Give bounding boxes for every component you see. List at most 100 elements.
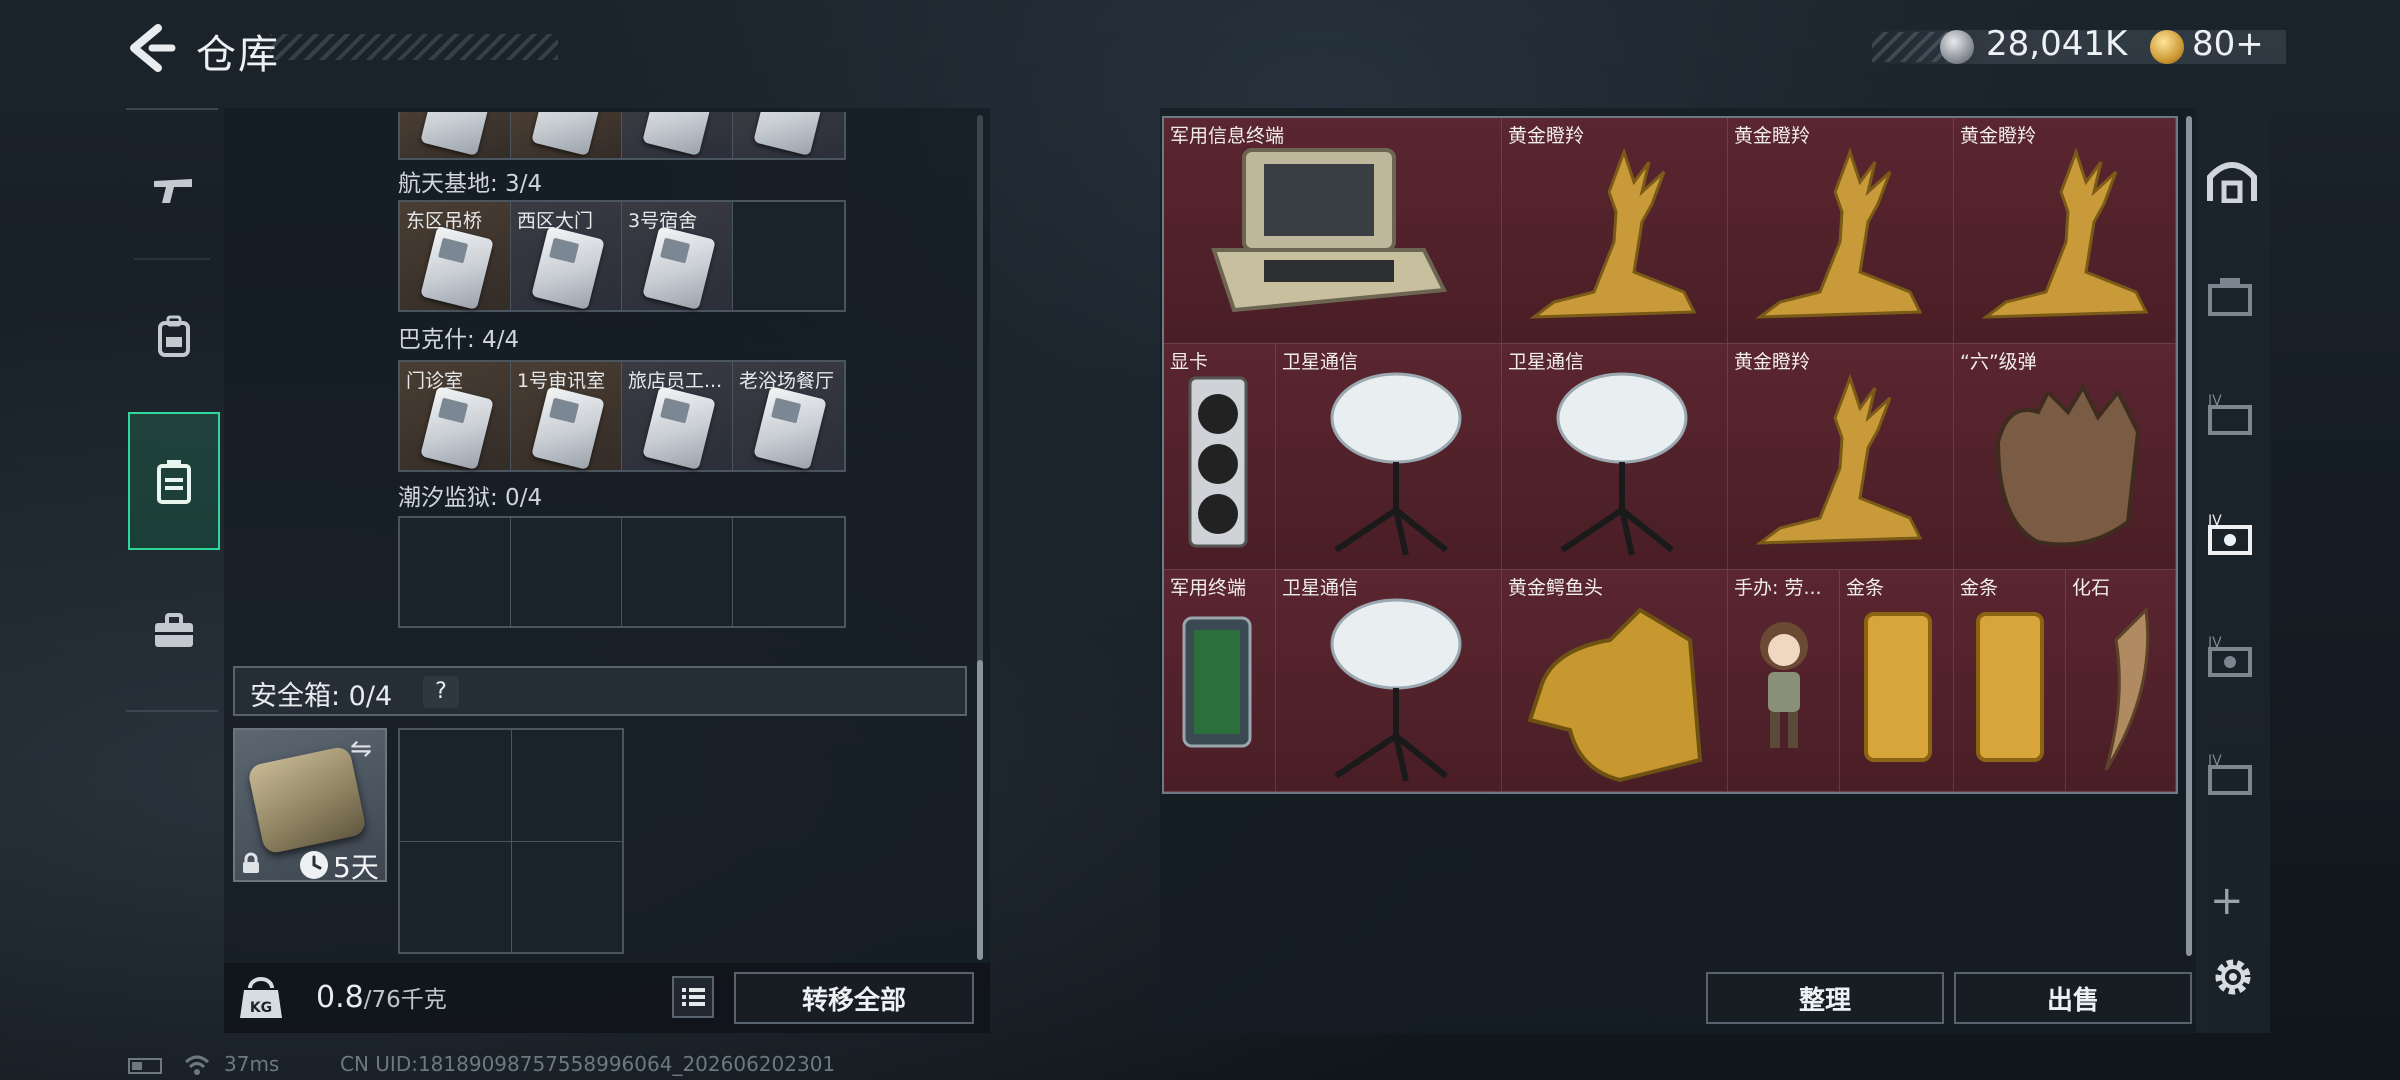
stash-grid: 军用信息终端 黄金瞪羚 黄金瞪羚 黄金瞪羚 显卡 卫星通信 卫星通信 黄金瞪羚 … [1162,116,2178,794]
crate-tier-icon: IV [2208,635,2252,677]
nav-divider [126,710,218,712]
stash-item[interactable]: 卫星通信 [1502,344,1728,570]
keycard-name: 3号宿舍 [628,210,698,232]
gear-icon[interactable] [2210,954,2256,1000]
stash-item[interactable]: 卫星通信 [1276,344,1502,570]
page-title: 仓库 [196,32,280,78]
gold-bar-image [1976,612,2044,762]
title-decoration [270,34,558,60]
add-tab-plus-icon[interactable]: + [2210,878,2244,924]
stash-item[interactable]: 金条 [1954,570,2066,792]
safe-box-grid[interactable] [398,728,624,954]
stash-item[interactable]: 军用信息终端 [1164,118,1502,344]
keycard-name: 旅店员工... [628,370,723,392]
stash-item[interactable]: “六”级弹 [1954,344,2176,570]
crate-tier-icon: IV [2208,393,2252,435]
stash-item[interactable]: 卫星通信 [1276,570,1502,792]
keycard-slot[interactable]: 旅店员工... [622,362,733,470]
silver-coin-icon [1940,30,1974,64]
gold-coin-icon [2150,30,2184,64]
toolbox-icon [155,613,193,647]
keycard-set-grid: 东区吊桥 西区大门 3号宿舍 [398,200,846,312]
nav-item-toolbox[interactable] [128,576,220,686]
nav-item-container[interactable] [128,412,220,550]
sell-button[interactable]: 出售 [1954,972,2192,1024]
user-uid: CN UID:18189098757558996064_202606202301 [340,1052,836,1076]
tab-stash-5[interactable]: IV [2200,740,2264,804]
tab-stash-3[interactable]: IV [2200,500,2264,564]
stash-scrollbar[interactable] [2186,116,2192,956]
item-name: “六”级弹 [1960,351,2037,373]
keycard-set-grid: 门诊室 1号审讯室 旅店员工... 老浴场餐厅 [398,360,846,472]
silver-currency-value: 28,041K [1986,24,2128,64]
satellite-dish-image [1330,372,1462,556]
keycard-name: 东区吊桥 [406,210,483,232]
keycard-set-label: 巴克什: 4/4 [398,327,520,353]
stash-item[interactable]: 黄金瞪羚 [1728,344,1954,570]
keycard-slot-empty[interactable] [511,518,622,626]
stash-item[interactable]: 黄金瞪羚 [1954,118,2176,344]
ping-value: 37ms [224,1052,280,1076]
keycard-slot[interactable] [400,112,511,158]
golden-crocodile-head-image [1527,607,1703,783]
keycard-slot[interactable]: 西区大门 [511,202,622,310]
back-arrow-icon[interactable] [122,20,178,76]
help-button[interactable]: ? [423,676,459,708]
keycard-set-grid [398,516,846,628]
tab-stash-1[interactable] [2200,264,2264,328]
stash-item[interactable]: 手办: 劳... [1728,570,1840,792]
crate-tier-icon: IV [2208,513,2252,555]
keycard-name: 老浴场餐厅 [739,370,835,392]
sort-button[interactable]: 整理 [1706,972,1944,1024]
keycard-slot[interactable] [733,112,844,158]
keycard-slot[interactable]: 门诊室 [400,362,511,470]
swap-icon[interactable]: ⇋ [350,734,372,764]
transfer-all-button[interactable]: 转移全部 [734,972,974,1024]
list-view-button[interactable] [672,976,714,1018]
keycard-name: 1号审讯室 [517,370,606,392]
stash-item[interactable]: 黄金瞪羚 [1728,118,1954,344]
military-pda-image [1182,616,1252,748]
keycard-slot[interactable] [622,112,733,158]
gun-icon [154,179,192,203]
weight-value: 0.8/76千克 [316,980,447,1015]
tab-home[interactable] [2200,148,2264,212]
golden-gazelle-image [1755,147,1923,319]
backpack-icon [158,315,190,357]
tab-stash-2[interactable]: IV [2200,380,2264,444]
satellite-dish-image [1556,372,1688,556]
item-name: 军用终端 [1170,577,1247,599]
weight-max: /76千克 [363,987,447,1013]
stash-item[interactable]: 黄金鳄鱼头 [1502,570,1728,792]
nav-item-weapons[interactable] [128,134,220,244]
keycard-slot-empty[interactable] [400,518,511,626]
stash-item[interactable]: 军用终端 [1164,570,1276,792]
stash-item[interactable]: 黄金瞪羚 [1502,118,1728,344]
wifi-icon [184,1055,210,1075]
keycard-slot[interactable]: 1号审讯室 [511,362,622,470]
crate-icon [2208,278,2252,316]
stash-item[interactable]: 显卡 [1164,344,1276,570]
satellite-dish-image [1330,598,1462,782]
keycard-slot[interactable] [511,112,622,158]
keycard-slot-empty[interactable] [733,518,844,626]
weight-icon: KG [240,977,282,1018]
item-name: 显卡 [1170,351,1209,373]
keycard-slot[interactable]: 东区吊桥 [400,202,511,310]
golden-gazelle-image [1755,373,1923,545]
stash-item[interactable]: 化石 [2066,570,2176,792]
item-name: 金条 [1846,577,1885,599]
golden-gazelle-image [1529,147,1697,319]
gold-currency-value[interactable]: 80+ [2192,24,2264,64]
keycard-set-label: 潮汐监狱: 0/4 [398,485,543,511]
left-scrollbar-thumb[interactable] [977,660,983,960]
keycard-slot-empty[interactable] [733,202,844,310]
stash-item[interactable]: 金条 [1840,570,1954,792]
keycard-slot-empty[interactable] [622,518,733,626]
keycard-slot[interactable]: 老浴场餐厅 [733,362,844,470]
nav-item-backpack[interactable] [128,282,220,392]
list-icon [682,988,705,1006]
keycard-slot[interactable]: 3号宿舍 [622,202,733,310]
crate-tier-icon: IV [2208,753,2252,795]
tab-stash-4[interactable]: IV [2200,622,2264,686]
